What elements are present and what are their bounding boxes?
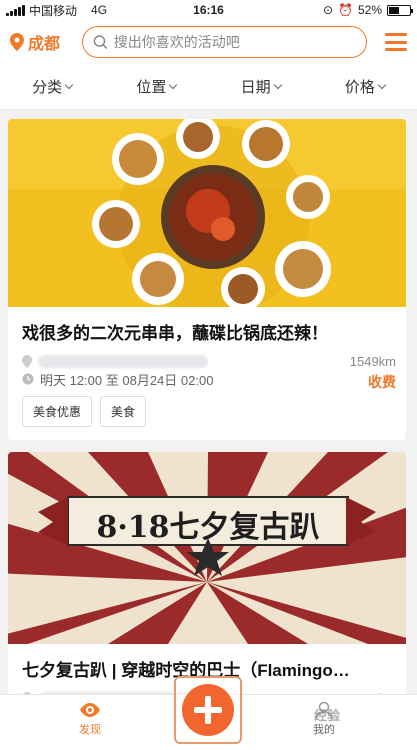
- event-image-retro-party: [8, 452, 406, 644]
- banner-text: 8·18七夕复古趴: [96, 510, 320, 545]
- tab-mine-label: 我的: [313, 724, 335, 736]
- chevron-down-icon: [273, 80, 282, 89]
- eye-icon: [80, 703, 100, 717]
- event-price: 收费: [368, 374, 396, 390]
- carrier-name: 中国移动: [29, 3, 78, 18]
- tag-food-discount[interactable]: 美食优惠: [22, 396, 93, 427]
- status-bar: 中国移动 4G 16:16 ⊙ ⏰ 52%: [0, 0, 417, 20]
- signal-icon: [6, 4, 25, 16]
- battery-icon: [387, 4, 413, 16]
- event-image-hotpot: [8, 119, 406, 307]
- location-pin-icon: [10, 33, 24, 51]
- filter-bar: 分类 位置 日期 价格: [0, 64, 417, 110]
- search-input[interactable]: [113, 34, 356, 50]
- clock-icon: [22, 373, 34, 385]
- event-time: 明天 12:00 至 08月24日 02:00: [40, 372, 214, 388]
- menu-icon[interactable]: [385, 33, 407, 51]
- add-event-button[interactable]: [182, 684, 234, 736]
- tab-discover-label: 发现: [79, 724, 101, 736]
- filter-date[interactable]: 日期: [209, 76, 313, 97]
- alarm-icon: ⏰: [338, 3, 353, 17]
- filter-price[interactable]: 价格: [313, 76, 417, 97]
- app-header: 成都: [0, 20, 417, 64]
- filter-category[interactable]: 分类: [0, 76, 104, 97]
- filter-location[interactable]: 位置: [104, 76, 208, 97]
- blurred-address: [38, 354, 208, 368]
- chevron-down-icon: [377, 80, 387, 89]
- create-event-highlight: [174, 676, 242, 744]
- city-selector[interactable]: 成都: [10, 30, 82, 54]
- chevron-down-icon: [64, 80, 74, 89]
- event-distance: 1549km: [349, 354, 396, 369]
- event-title: 戏很多的二次元串串，蘸碟比锅底还辣！: [22, 324, 328, 343]
- network-type: 4G: [91, 3, 108, 17]
- event-card[interactable]: 戏很多的二次元串串，蘸碟比锅底还辣！ 明天 12:00 至 08月24日 02:…: [8, 119, 406, 440]
- location-pin-icon: [22, 354, 32, 368]
- battery-percent: 52%: [357, 3, 382, 17]
- tag-food[interactable]: 美食: [100, 396, 147, 427]
- search-box[interactable]: [82, 26, 367, 58]
- watermark-text: 经验: [314, 708, 341, 723]
- tab-discover[interactable]: 发现: [60, 701, 120, 737]
- city-name: 成都: [28, 36, 61, 53]
- search-icon: [93, 35, 108, 49]
- chevron-down-icon: [169, 80, 178, 89]
- rotation-lock-icon: ⊙: [322, 3, 334, 17]
